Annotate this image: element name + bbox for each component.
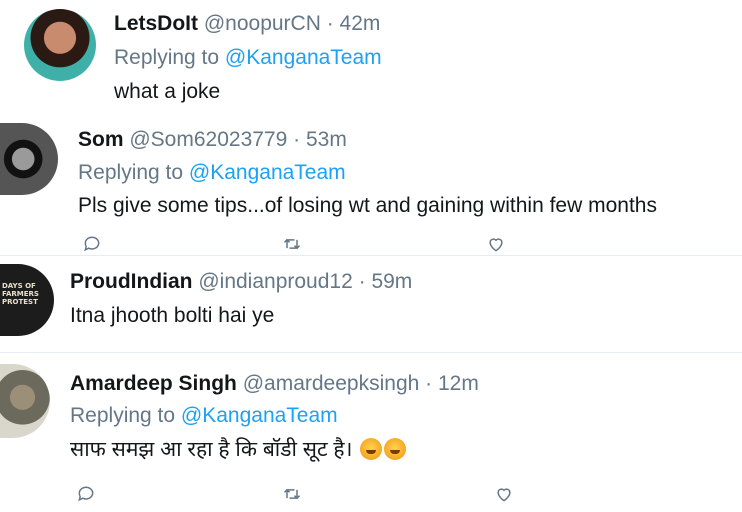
author-name[interactable]: ProudIndian <box>70 270 193 293</box>
retweet-icon[interactable] <box>280 482 304 506</box>
reply-icon[interactable] <box>74 482 98 506</box>
replying-label: Replying to <box>114 46 220 69</box>
tweet-text: साफ समझ आ रहा है कि बॉडी सूट है। <box>70 438 353 461</box>
tweet-text: Pls give some tips...of losing wt and ga… <box>78 194 657 217</box>
author-handle[interactable]: @indianproud12 <box>198 270 352 293</box>
author-name[interactable]: Amardeep Singh <box>70 372 237 395</box>
timestamp[interactable]: · 53m <box>293 128 347 151</box>
avatar[interactable] <box>24 9 96 81</box>
tweet-actions <box>72 482 672 506</box>
mention-link[interactable]: @KanganaTeam <box>181 404 338 427</box>
tweet-proudindian[interactable]: DAYS OF FARMERS PROTEST ProudIndian @india… <box>0 256 742 356</box>
timestamp[interactable]: · 59m <box>359 270 413 293</box>
emoji-icon <box>360 438 383 460</box>
emoji-icon <box>384 438 407 460</box>
avatar[interactable] <box>0 123 58 195</box>
tweet-text: Itna jhooth bolti hai ye <box>70 304 275 327</box>
avatar-text: DAYS OF FARMERS PROTEST <box>2 282 39 306</box>
tweet-text-wrapper: साफ समझ आ रहा है कि बॉडी सूट है। <box>70 435 407 463</box>
author-handle[interactable]: @amardeepksingh <box>243 372 420 395</box>
timestamp[interactable]: · 42m <box>327 12 381 35</box>
reply-icon[interactable] <box>80 232 104 256</box>
author-name[interactable]: LetsDoIt <box>114 12 198 35</box>
replying-label: Replying to <box>78 161 184 184</box>
tweet-text: what a joke <box>114 80 221 103</box>
avatar[interactable] <box>0 364 50 438</box>
like-icon[interactable] <box>484 232 508 256</box>
divider <box>0 352 742 353</box>
mention-link[interactable]: @KanganaTeam <box>189 161 346 184</box>
replying-label: Replying to <box>70 404 176 427</box>
avatar[interactable]: DAYS OF FARMERS PROTEST <box>0 264 54 336</box>
author-handle[interactable]: @Som62023779 <box>129 128 287 151</box>
like-icon[interactable] <box>492 482 516 506</box>
timestamp[interactable]: · 12m <box>425 372 479 395</box>
mention-link[interactable]: @KanganaTeam <box>225 46 382 69</box>
tweet-letsdoit[interactable]: LetsDoIt @noopurCN · 42m Replying to @Ka… <box>0 0 742 120</box>
tweet-amardeep[interactable]: Amardeep Singh @amardeepksingh · 12m Rep… <box>0 356 742 512</box>
tweet-som[interactable]: Som @Som62023779 · 53m Replying to @Kang… <box>0 118 742 258</box>
retweet-icon[interactable] <box>280 232 304 256</box>
author-handle[interactable]: @noopurCN <box>204 12 321 35</box>
author-name[interactable]: Som <box>78 128 124 151</box>
